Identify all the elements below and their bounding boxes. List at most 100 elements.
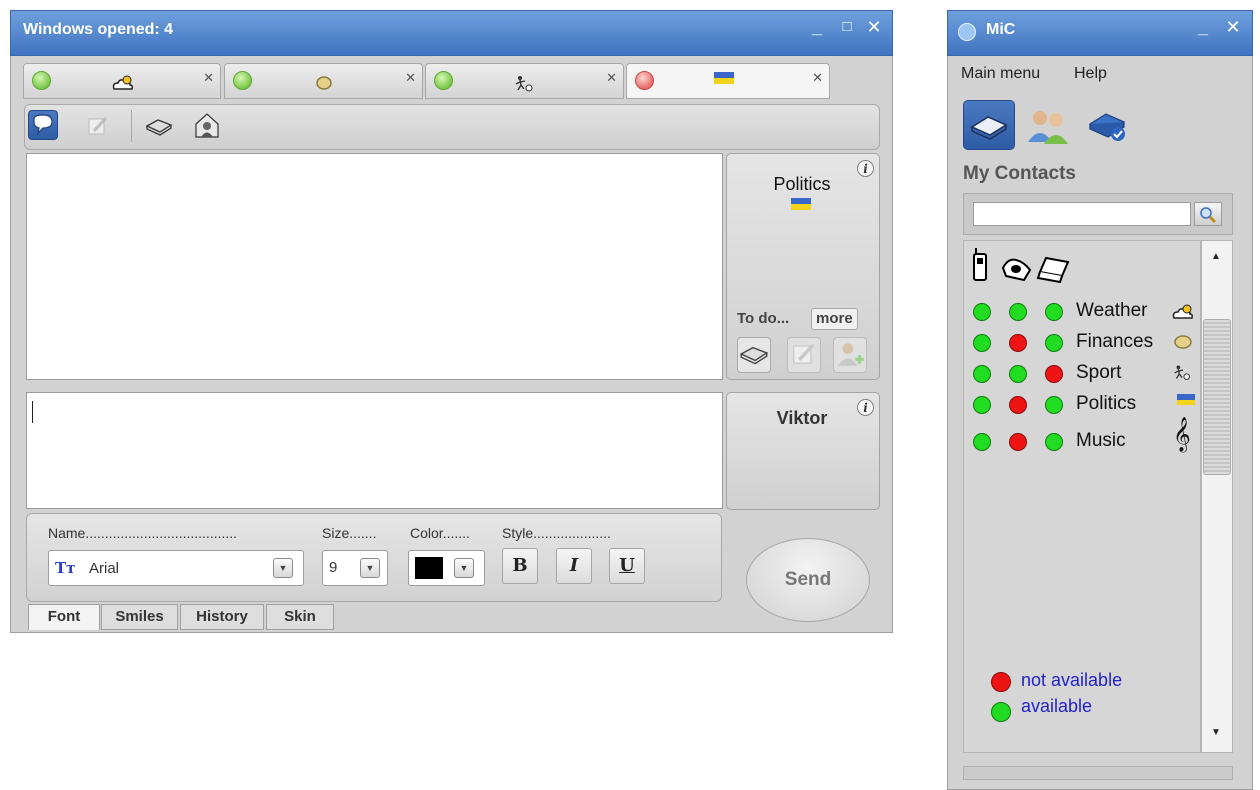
status-dot-laptop <box>1045 396 1063 414</box>
topic-panel: i Politics To do... more <box>726 153 880 380</box>
font-name-label: Name....................................… <box>48 525 238 541</box>
message-button[interactable] <box>28 110 58 140</box>
status-dot-phone <box>1009 365 1027 383</box>
scroll-thumb[interactable] <box>1203 319 1231 475</box>
add-contact-button[interactable] <box>833 337 867 373</box>
tab-font[interactable]: Font <box>28 604 100 630</box>
users-button[interactable] <box>1024 104 1072 148</box>
status-dot-mobile <box>973 396 991 414</box>
coin-icon <box>1174 335 1192 349</box>
search-icon <box>1200 207 1217 224</box>
soccer-icon <box>511 73 539 96</box>
status-dot-mobile <box>973 433 991 451</box>
more-button[interactable]: more <box>811 308 858 330</box>
search-button[interactable] <box>1194 202 1222 226</box>
chevron-down-icon[interactable]: ▼ <box>454 558 474 578</box>
tab-close-icon[interactable]: ✕ <box>405 70 416 86</box>
status-bar <box>963 766 1233 780</box>
status-dot-laptop <box>1045 303 1063 321</box>
status-smiley-icon <box>635 71 654 90</box>
status-dot-laptop <box>1045 365 1063 383</box>
help-menu[interactable]: Help <box>1074 65 1107 83</box>
message-input[interactable] <box>26 392 723 509</box>
italic-button[interactable]: I <box>556 548 592 584</box>
contacts-book-button[interactable] <box>963 100 1015 150</box>
font-size-label: Size....... <box>322 525 377 541</box>
contact-name: Weather <box>1076 300 1148 321</box>
settings-book-button[interactable] <box>1084 104 1132 148</box>
legend-not-available-dot <box>991 672 1011 692</box>
chat-tab-4[interactable]: ✕ <box>626 63 830 99</box>
status-dot-phone <box>1009 396 1027 414</box>
close-button[interactable]: ✕ <box>1223 17 1243 37</box>
tab-smiles[interactable]: Smiles <box>101 604 178 630</box>
contact-name: Viktor <box>776 408 828 428</box>
scroll-down-icon[interactable]: ▼ <box>1211 727 1221 738</box>
legend-not-available-label: not available <box>1021 670 1123 690</box>
text-cursor <box>32 401 33 423</box>
chevron-down-icon[interactable]: ▼ <box>360 558 380 578</box>
font-color-label: Color....... <box>410 525 470 541</box>
speech-bubble-icon <box>33 114 53 135</box>
user-profile-button[interactable] <box>192 110 222 140</box>
flag-icon <box>1177 394 1195 405</box>
minimize-button[interactable]: _ <box>807 17 827 37</box>
contact-name: Music <box>1076 430 1126 451</box>
todo-book-button[interactable] <box>737 337 771 373</box>
status-dot-laptop <box>1045 433 1063 451</box>
tab-close-icon[interactable]: ✕ <box>812 70 823 86</box>
coin-icon <box>310 73 338 96</box>
telephone-icon <box>1001 258 1032 282</box>
bold-button[interactable]: B <box>502 548 538 584</box>
user-house-icon <box>195 113 219 138</box>
toolbar-divider <box>131 110 132 142</box>
font-size-select[interactable]: 9 ▼ <box>322 550 388 586</box>
history-book-button[interactable] <box>144 112 174 142</box>
search-input[interactable] <box>973 202 1191 226</box>
mic-title: MiC <box>986 21 1016 38</box>
font-name-select[interactable]: Tт Arial ▼ <box>48 550 304 586</box>
book-icon <box>970 116 1008 140</box>
status-dot-mobile <box>973 303 991 321</box>
minimize-button[interactable]: _ <box>1193 17 1213 37</box>
chat-tab-1[interactable]: ✕ <box>23 63 221 99</box>
chevron-down-icon[interactable]: ▼ <box>273 558 293 578</box>
scroll-up-icon[interactable]: ▲ <box>1211 251 1221 262</box>
my-contacts-title: My Contacts <box>963 163 1076 184</box>
mic-title-bar[interactable]: MiC _ ✕ <box>947 10 1253 56</box>
status-smiley-icon <box>233 71 252 90</box>
chat-history-area[interactable] <box>26 153 723 380</box>
send-button[interactable]: Send <box>746 538 870 622</box>
font-size-value: 9 <box>329 559 338 576</box>
todo-label: To do... <box>737 310 790 327</box>
tab-history[interactable]: History <box>180 604 264 630</box>
scrollbar[interactable]: ▲ ▼ <box>1201 240 1233 753</box>
edit-button[interactable] <box>84 112 114 142</box>
flag-icon <box>791 198 811 210</box>
font-color-select[interactable]: ▼ <box>408 550 485 586</box>
soccer-icon <box>1174 365 1190 380</box>
window-title: Windows opened: 4 <box>23 21 174 38</box>
add-user-icon <box>838 343 864 366</box>
tab-close-icon[interactable]: ✕ <box>203 70 214 86</box>
status-dot-phone <box>1009 433 1027 451</box>
cloud-sun-icon <box>1172 304 1193 319</box>
underline-button[interactable]: U <box>609 548 645 584</box>
main-menu[interactable]: Main menu <box>961 65 1040 83</box>
todo-edit-button[interactable] <box>787 337 821 373</box>
legend-available-dot <box>991 702 1011 722</box>
pencil-icon <box>793 343 815 364</box>
app-logo-icon <box>958 23 976 41</box>
laptop-icon <box>1036 256 1070 284</box>
chat-tab-2[interactable]: ✕ <box>224 63 423 99</box>
tab-skin[interactable]: Skin <box>266 604 334 630</box>
close-button[interactable]: ✕ <box>864 17 884 37</box>
maximize-button[interactable]: □ <box>837 17 857 37</box>
chat-title-bar[interactable]: Windows opened: 4 _ □ ✕ <box>10 10 893 56</box>
contact-name: Finances <box>1076 331 1154 352</box>
book-icon <box>145 119 173 136</box>
status-dot-phone <box>1009 334 1027 352</box>
tab-close-icon[interactable]: ✕ <box>606 70 617 86</box>
status-dot-laptop <box>1045 334 1063 352</box>
chat-tab-3[interactable]: ✕ <box>425 63 624 99</box>
